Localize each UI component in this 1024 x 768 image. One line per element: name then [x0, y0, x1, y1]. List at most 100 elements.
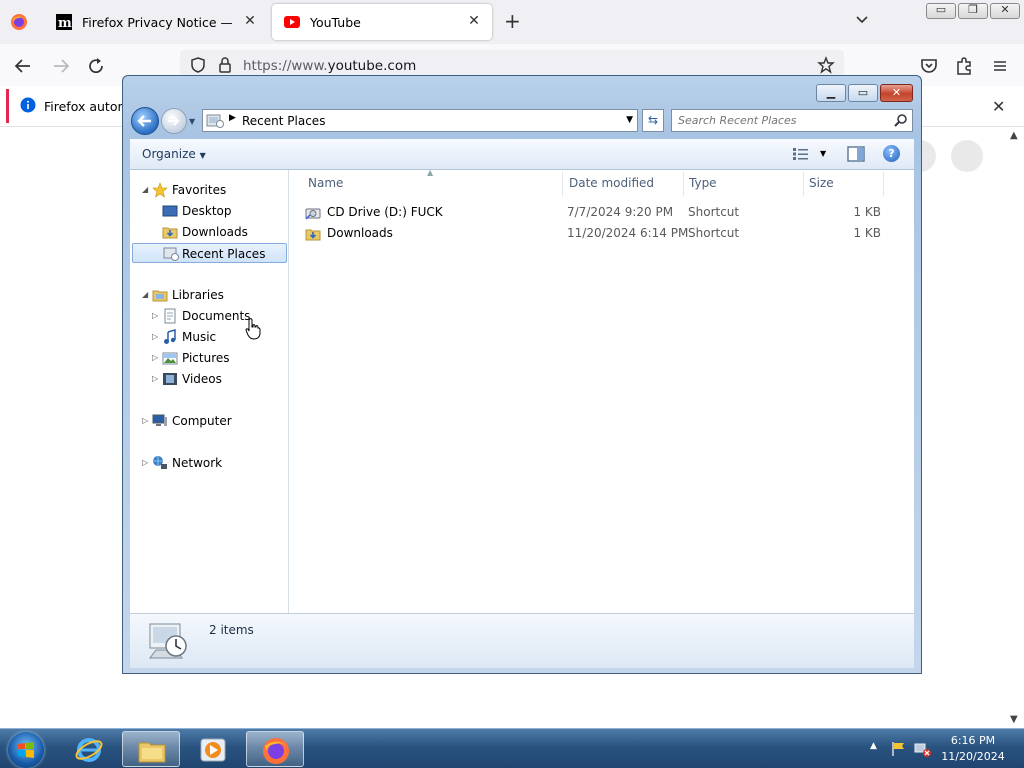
expand-triangle-icon[interactable]: ▷: [152, 327, 158, 347]
column-header-name[interactable]: Name: [308, 176, 343, 190]
expand-triangle-icon[interactable]: ▷: [142, 411, 148, 431]
collapse-triangle-icon[interactable]: ◢: [142, 180, 148, 200]
network-disconnected-icon[interactable]: [914, 741, 932, 757]
help-icon[interactable]: ?: [883, 145, 900, 162]
videos-icon: [163, 373, 177, 385]
expand-triangle-icon[interactable]: ▷: [152, 348, 158, 368]
libraries-icon: [152, 290, 168, 302]
scroll-down-arrow-icon[interactable]: ▼: [1010, 714, 1018, 725]
column-header-size[interactable]: Size: [809, 176, 834, 190]
url-domain: youtube.com: [327, 58, 417, 74]
restore-button[interactable]: ❐: [958, 3, 988, 19]
details-pane: 2 items: [130, 613, 914, 668]
hamburger-menu-icon[interactable]: [989, 55, 1011, 77]
file-date: 7/7/2024 9:20 PM: [567, 205, 674, 219]
breadcrumb-arrow-icon[interactable]: ▶: [229, 113, 236, 123]
bookmark-star-icon[interactable]: [817, 56, 835, 74]
column-header-date-modified[interactable]: Date modified: [569, 176, 654, 190]
sort-ascending-icon: ▲: [427, 168, 434, 177]
recent-places-explorer-window: ▁ ▭ ✕ ▼ ▶ Recent Places ▼ ⇆ Organize ▼: [122, 75, 922, 674]
taskbar-firefox[interactable]: [246, 731, 304, 767]
expand-triangle-icon[interactable]: ▷: [152, 306, 158, 326]
view-options-dropdown-icon[interactable]: ▼: [820, 149, 826, 158]
system-clock[interactable]: 6:16 PM 11/20/2024: [938, 733, 1008, 765]
close-tab-icon[interactable]: ✕: [466, 13, 482, 29]
navigation-pane: ◢ Favorites Desktop Downloads Recent Pla…: [130, 170, 289, 613]
back-arrow-icon[interactable]: [12, 55, 34, 77]
clock-time: 6:16 PM: [950, 734, 996, 747]
refresh-button[interactable]: ⇆: [642, 109, 664, 132]
extensions-puzzle-icon[interactable]: [953, 55, 975, 77]
search-icon[interactable]: [894, 113, 908, 127]
explorer-back-button[interactable]: [131, 107, 159, 135]
explorer-close-button[interactable]: ✕: [880, 84, 913, 102]
scroll-up-arrow-icon[interactable]: ▲: [1010, 130, 1018, 141]
file-row[interactable]: Downloads 11/20/2024 6:14 PM Shortcut 1 …: [305, 223, 905, 244]
address-dropdown-icon[interactable]: ▼: [626, 115, 633, 125]
folder-icon: [138, 742, 166, 763]
expand-triangle-icon[interactable]: ▷: [152, 369, 158, 389]
nav-label: Desktop: [182, 204, 232, 218]
chevron-down-icon: ▼: [199, 151, 206, 160]
recent-places-large-icon: [149, 623, 187, 659]
close-window-button[interactable]: ✕: [990, 3, 1020, 19]
expand-triangle-icon[interactable]: ▷: [142, 453, 148, 473]
internet-explorer-icon: [75, 738, 103, 762]
url-prefix: https://www.: [243, 58, 328, 74]
network-icon: [153, 456, 167, 469]
tracking-protection-shield-icon[interactable]: [189, 56, 207, 74]
column-header-type[interactable]: Type: [689, 176, 717, 190]
close-tab-icon[interactable]: ✕: [242, 13, 258, 29]
action-center-flag-icon[interactable]: [890, 741, 908, 757]
tab-youtube[interactable]: YouTube ✕: [272, 4, 492, 40]
file-size: 1 KB: [853, 226, 881, 240]
column-divider[interactable]: [562, 172, 563, 196]
organize-label: Organize: [142, 147, 196, 161]
reload-icon[interactable]: [85, 55, 107, 77]
nav-label: Network: [172, 456, 223, 470]
notice-accent: [6, 89, 9, 123]
file-row[interactable]: CD Drive (D:) FUCK 7/7/2024 9:20 PM Shor…: [305, 202, 905, 223]
column-divider[interactable]: [683, 172, 684, 196]
preview-pane-icon[interactable]: [847, 146, 865, 162]
file-size: 1 KB: [853, 205, 881, 219]
notice-close-icon[interactable]: ✕: [992, 97, 1005, 116]
change-view-icon[interactable]: [792, 147, 810, 161]
taskbar-windows-explorer[interactable]: [122, 731, 180, 767]
list-all-tabs-icon[interactable]: [854, 12, 870, 28]
search-input[interactable]: [678, 113, 878, 128]
collapse-triangle-icon[interactable]: ◢: [142, 285, 148, 305]
file-type: Shortcut: [688, 205, 740, 219]
url-text[interactable]: https://www.youtube.com: [243, 58, 416, 74]
recent-pages-dropdown-icon[interactable]: ▼: [189, 117, 195, 126]
computer-icon: [152, 414, 167, 426]
firefox-icon[interactable]: [10, 13, 28, 31]
new-tab-button[interactable]: +: [504, 11, 521, 31]
pocket-icon[interactable]: [918, 55, 940, 77]
nav-recent-places[interactable]: Recent Places: [132, 243, 287, 263]
show-hidden-icons-arrow[interactable]: ▲: [870, 741, 877, 751]
lock-icon[interactable]: [217, 56, 233, 74]
minimize-button[interactable]: ▭: [926, 3, 956, 19]
nav-label: Recent Places: [182, 247, 266, 261]
downloads-folder-icon: [162, 227, 178, 239]
organize-button[interactable]: Organize ▼: [142, 147, 206, 161]
windows-logo-icon: [18, 742, 34, 758]
forward-arrow-icon[interactable]: [50, 55, 72, 77]
explorer-minimize-button[interactable]: ▁: [816, 84, 846, 102]
start-button[interactable]: [8, 732, 44, 768]
taskbar-media-player[interactable]: [184, 731, 242, 767]
nav-label: Favorites: [172, 183, 227, 197]
explorer-forward-button[interactable]: [161, 108, 187, 134]
taskbar-internet-explorer[interactable]: [60, 731, 118, 767]
column-divider[interactable]: [883, 172, 884, 196]
breadcrumb-recent-places[interactable]: Recent Places: [242, 114, 325, 128]
explorer-maximize-button[interactable]: ▭: [848, 84, 878, 102]
media-player-icon: [200, 738, 226, 762]
column-divider[interactable]: [803, 172, 804, 196]
tab-firefox-privacy-notice[interactable]: m Firefox Privacy Notice — Mozill ✕: [44, 4, 268, 40]
nav-label: Computer: [172, 414, 232, 428]
nav-label: Downloads: [182, 225, 248, 239]
address-bar[interactable]: ▶ Recent Places ▼: [202, 109, 638, 132]
search-box[interactable]: [671, 109, 913, 132]
